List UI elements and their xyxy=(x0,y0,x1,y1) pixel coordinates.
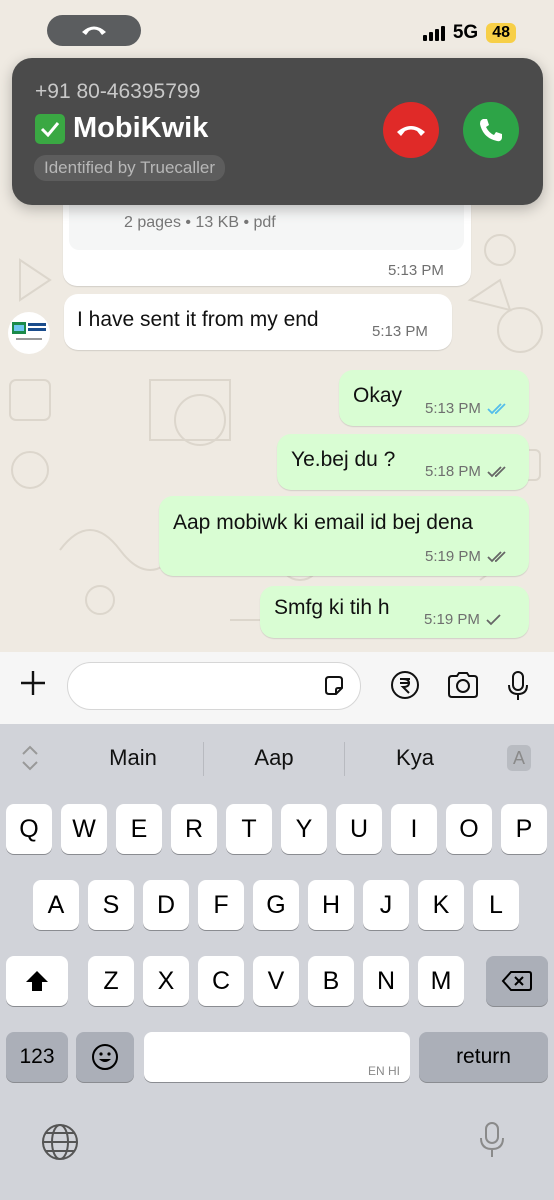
message-text: Okay xyxy=(353,384,403,407)
suggestion-1[interactable]: Main xyxy=(73,745,193,771)
delete-key[interactable] xyxy=(486,956,548,1006)
key-r[interactable]: R xyxy=(171,804,217,854)
dictation-microphone-icon[interactable] xyxy=(478,1120,506,1160)
text-format-key[interactable]: A xyxy=(507,745,531,771)
space-language-label: EN HI xyxy=(367,1064,400,1078)
key-p[interactable]: P xyxy=(501,804,547,854)
delivered-double-tick-icon xyxy=(487,465,506,477)
document-meta: 2 pages • 13 KB • pdf xyxy=(124,214,276,231)
key-j[interactable]: J xyxy=(363,880,409,930)
caller-name: MobiKwik xyxy=(73,112,209,144)
suggestion-2[interactable]: Aap xyxy=(214,745,334,771)
sticker-icon[interactable] xyxy=(322,674,346,698)
key-h[interactable]: H xyxy=(308,880,354,930)
network-type: 5G xyxy=(452,22,479,43)
key-w[interactable]: W xyxy=(61,804,107,854)
caller-id-badge: Identified by Truecaller xyxy=(34,155,226,181)
message-text: Smfg ki tih h xyxy=(274,596,390,619)
globe-icon[interactable] xyxy=(40,1122,80,1162)
phone-icon xyxy=(480,119,502,142)
key-i[interactable]: I xyxy=(391,804,437,854)
divider xyxy=(203,742,204,776)
message-bubble-outgoing[interactable]: Aap mobiwk ki email id bej dena 5:19 PM xyxy=(159,496,529,576)
emoji-key[interactable] xyxy=(76,1032,134,1082)
space-key[interactable]: EN HI xyxy=(144,1032,410,1082)
message-bubble-incoming[interactable]: I have sent it from my end 5:13 PM xyxy=(64,294,452,350)
key-q[interactable]: Q xyxy=(6,804,52,854)
read-double-tick-icon xyxy=(487,402,506,414)
key-t[interactable]: T xyxy=(226,804,272,854)
suggestion-3[interactable]: Kya xyxy=(355,745,475,771)
key-x[interactable]: X xyxy=(143,956,189,1006)
message-bubble-outgoing[interactable]: Okay 5:13 PM xyxy=(339,370,529,426)
suggestion-bar: Main Aap Kya A xyxy=(0,724,554,794)
sent-tick-icon xyxy=(486,613,501,625)
shift-arrow-icon xyxy=(26,971,48,991)
emoji-icon xyxy=(92,1044,118,1070)
caller-name-row: MobiKwik xyxy=(35,112,208,145)
incoming-call-banner[interactable]: +91 80-46395799 MobiKwik Identified by T… xyxy=(12,58,543,205)
message-text: Ye.bej du ? xyxy=(291,448,396,471)
keyboard: Main Aap Kya A Q W E R T Y U I O P A S D… xyxy=(0,724,554,1200)
document-time: 5:13 PM xyxy=(388,262,444,279)
key-u[interactable]: U xyxy=(336,804,382,854)
cellular-signal-icon xyxy=(422,25,445,41)
shift-key[interactable] xyxy=(6,956,68,1006)
key-n[interactable]: N xyxy=(363,956,409,1006)
key-c[interactable]: C xyxy=(198,956,244,1006)
message-text: I have sent it from my end xyxy=(77,308,319,331)
avatar[interactable] xyxy=(8,312,50,354)
key-z[interactable]: Z xyxy=(88,956,134,1006)
key-g[interactable]: G xyxy=(253,880,299,930)
message-input[interactable] xyxy=(67,662,361,710)
message-bubble-outgoing[interactable]: Smfg ki tih h 5:19 PM xyxy=(260,586,529,638)
caller-number: +91 80-46395799 xyxy=(35,80,201,103)
key-m[interactable]: M xyxy=(418,956,464,1006)
return-key[interactable]: return xyxy=(419,1032,548,1082)
message-meta: 5:18 PM xyxy=(425,463,509,480)
ongoing-call-pill[interactable] xyxy=(47,15,141,46)
message-meta: 5:19 PM xyxy=(425,548,509,565)
expert-panel-logo xyxy=(12,322,46,340)
key-o[interactable]: O xyxy=(446,804,492,854)
key-y[interactable]: Y xyxy=(281,804,327,854)
verified-check-icon xyxy=(35,113,65,144)
key-k[interactable]: K xyxy=(418,880,464,930)
delivered-double-tick-icon xyxy=(487,550,506,562)
microphone-icon[interactable] xyxy=(506,670,530,702)
rupee-payment-icon[interactable] xyxy=(390,670,420,700)
message-input-bar xyxy=(0,652,554,724)
backspace-icon xyxy=(501,971,532,991)
plus-icon[interactable] xyxy=(18,668,48,698)
status-indicators: 5G 48 xyxy=(422,22,516,44)
decline-call-button[interactable] xyxy=(383,102,439,158)
message-time: 5:18 PM xyxy=(425,463,481,480)
message-bubble-outgoing[interactable]: Ye.bej du ? 5:18 PM xyxy=(277,434,529,490)
key-d[interactable]: D xyxy=(143,880,189,930)
message-meta: 5:19 PM xyxy=(424,611,502,628)
divider xyxy=(344,742,345,776)
message-text: Aap mobiwk ki email id bej dena xyxy=(173,511,473,534)
key-b[interactable]: B xyxy=(308,956,354,1006)
key-f[interactable]: F xyxy=(198,880,244,930)
key-e[interactable]: E xyxy=(116,804,162,854)
message-time: 5:13 PM xyxy=(425,400,481,417)
chevron-up-down-icon[interactable] xyxy=(20,744,40,772)
key-s[interactable]: S xyxy=(88,880,134,930)
message-time: 5:19 PM xyxy=(425,548,481,565)
key-a[interactable]: A xyxy=(33,880,79,930)
message-meta: 5:13 PM xyxy=(425,400,509,417)
camera-icon[interactable] xyxy=(446,670,480,700)
accept-call-button[interactable] xyxy=(463,102,519,158)
battery-level: 48 xyxy=(486,23,516,43)
message-time: 5:13 PM xyxy=(372,323,428,340)
key-v[interactable]: V xyxy=(253,956,299,1006)
phone-hangup-icon xyxy=(397,126,425,136)
numbers-key[interactable]: 123 xyxy=(6,1032,68,1082)
key-l[interactable]: L xyxy=(473,880,519,930)
phone-hangup-icon xyxy=(82,26,106,35)
document-card[interactable]: 2 pages • 13 KB • pdf xyxy=(69,200,464,250)
message-time: 5:19 PM xyxy=(424,611,480,628)
